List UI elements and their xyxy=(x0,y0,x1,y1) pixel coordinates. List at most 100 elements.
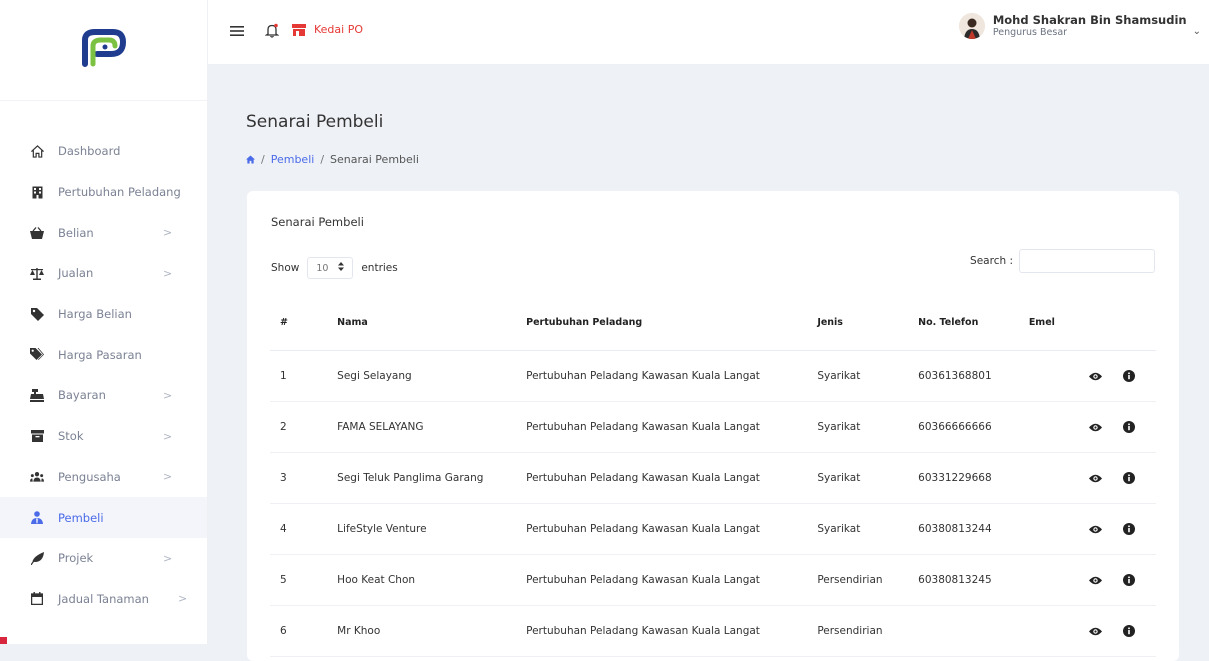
sidebar-item-jualan[interactable]: Jualan > xyxy=(0,253,207,294)
shop-link[interactable]: Kedai PO xyxy=(292,23,363,36)
cell-emel xyxy=(1018,554,1078,606)
cell-nama: Segi Selayang xyxy=(327,350,517,402)
avatar xyxy=(958,13,985,39)
sidebar-item-harga-pasaran[interactable]: Harga Pasaran xyxy=(0,334,207,375)
cell-nama: Mr Khoo xyxy=(327,605,517,657)
table-row[interactable]: 5 Hoo Keat Chon Pertubuhan Peladang Kawasa… xyxy=(270,554,1156,606)
eye-icon[interactable] xyxy=(1088,624,1102,638)
column-header-actions xyxy=(1078,295,1156,351)
sidebar-item-pembeli[interactable]: Pembeli xyxy=(0,497,207,538)
leaf-icon xyxy=(30,551,44,565)
sidebar-item-pertubuhan-peladang[interactable]: Pertubuhan Peladang xyxy=(0,172,207,213)
bell-icon[interactable] xyxy=(264,23,280,42)
cell-org: Pertubuhan Peladang Kawasan Kuala Langat xyxy=(516,605,808,657)
sidebar-item-label: Belian xyxy=(58,225,94,240)
card-title: Senarai Pembeli xyxy=(271,215,364,229)
eye-icon[interactable] xyxy=(1088,471,1102,485)
sidebar-item-pengusaha[interactable]: Pengusaha > xyxy=(0,457,207,498)
entries-select-value: 10 xyxy=(316,262,329,274)
calendar-icon xyxy=(30,592,44,606)
eye-icon[interactable] xyxy=(1088,369,1102,383)
sidebar-item-harga-belian[interactable]: Harga Belian xyxy=(0,294,207,335)
entries-length-control: Show 10 entries xyxy=(271,257,398,279)
table-row[interactable]: 6 Mr Khoo Pertubuhan Peladang Kawasan Kual… xyxy=(270,605,1156,657)
cell-jenis: Persendirian xyxy=(807,605,909,657)
table-row[interactable]: 4 LifeStyle Venture Pertubuhan Peladang Ka… xyxy=(270,503,1156,555)
chevron-right-icon: > xyxy=(163,551,173,565)
cell-jenis: Persendirian xyxy=(807,554,909,606)
scale-icon xyxy=(30,266,44,280)
column-header-emel[interactable]: Emel xyxy=(1018,295,1078,351)
user-tie-icon xyxy=(30,511,44,525)
chevron-right-icon: > xyxy=(178,592,188,606)
column-header-telefon[interactable]: No. Telefon xyxy=(908,295,1019,351)
sidebar-item-projek[interactable]: Projek > xyxy=(0,538,207,579)
search-control: Search : xyxy=(970,249,1155,273)
home-icon xyxy=(30,144,44,158)
home-icon[interactable] xyxy=(246,155,255,164)
cell-tel xyxy=(908,605,1019,657)
sort-updown-icon xyxy=(338,262,345,274)
sidebar-item-label: Pengusaha xyxy=(58,469,121,484)
table-row[interactable]: 1 Segi Selayang Pertubuhan Peladang Kawasa… xyxy=(270,350,1156,402)
cell-tel: 60380813245 xyxy=(908,554,1019,606)
column-header-pertubuhan[interactable]: Pertubuhan Peladang xyxy=(516,295,808,351)
entries-select[interactable]: 10 xyxy=(307,257,354,279)
cash-register-icon xyxy=(30,388,44,402)
table-body: 1 Segi Selayang Pertubuhan Peladang Kawasa… xyxy=(270,350,1156,657)
eye-icon[interactable] xyxy=(1088,420,1102,434)
breadcrumb: / Pembeli / Senarai Pembeli xyxy=(246,153,419,166)
column-header-nama[interactable]: Nama xyxy=(327,295,517,351)
sidebar-item-jadual-tanaman[interactable]: Jadual Tanaman > xyxy=(0,579,207,620)
cell-actions xyxy=(1078,554,1156,606)
cell-num: 3 xyxy=(270,452,328,504)
table-row[interactable]: 2 FAMA SELAYANG Pertubuhan Peladang Kawasa… xyxy=(270,401,1156,453)
breadcrumb-separator: / xyxy=(320,153,325,166)
user-menu[interactable]: Mohd Shakran Bin Shamsudin Pengurus Besa… xyxy=(958,13,1201,39)
buyers-table: # Nama Pertubuhan Peladang Jenis No. Tel… xyxy=(270,295,1156,657)
menu-toggle-icon[interactable] xyxy=(230,23,244,41)
search-input[interactable] xyxy=(1019,249,1155,273)
column-header-jenis[interactable]: Jenis xyxy=(807,295,909,351)
sidebar-item-label: Harga Pasaran xyxy=(58,347,142,362)
info-icon[interactable] xyxy=(1122,624,1136,638)
sidebar-item-stok[interactable]: Stok > xyxy=(0,416,207,457)
eye-icon[interactable] xyxy=(1088,522,1102,536)
cell-tel: 60366666666 xyxy=(908,401,1019,453)
cell-num: 2 xyxy=(270,401,328,453)
sidebar-item-belian[interactable]: Belian > xyxy=(0,212,207,253)
sidebar-item-label: Jadual Tanaman xyxy=(58,591,149,606)
cell-org: Pertubuhan Peladang Kawasan Kuala Langat xyxy=(516,350,808,402)
sidebar-item-label: Pertubuhan Peladang xyxy=(58,185,181,200)
eye-icon[interactable] xyxy=(1088,573,1102,587)
info-icon[interactable] xyxy=(1122,471,1136,485)
info-icon[interactable] xyxy=(1122,369,1136,383)
length-suffix: entries xyxy=(361,262,398,274)
sidebar-item-label: Projek xyxy=(58,551,94,566)
app-logo[interactable] xyxy=(75,26,133,74)
cell-actions xyxy=(1078,350,1156,402)
cell-emel xyxy=(1018,452,1078,504)
cell-jenis: Syarikat xyxy=(807,452,909,504)
sidebar-item-bayaran[interactable]: Bayaran > xyxy=(0,375,207,416)
sidebar-item-label: Jualan xyxy=(58,266,94,281)
sidebar-item-dashboard[interactable]: Dashboard xyxy=(0,131,207,172)
buyer-list-card: Senarai Pembeli Show 10 entries Search :… xyxy=(247,191,1179,661)
info-icon[interactable] xyxy=(1122,522,1136,536)
cell-num: 4 xyxy=(270,503,328,555)
breadcrumb-link-pembeli[interactable]: Pembeli xyxy=(271,153,315,166)
cell-nama: FAMA SELAYANG xyxy=(327,401,517,453)
cell-tel: 60331229668 xyxy=(908,452,1019,504)
logo-area xyxy=(0,0,207,101)
info-icon[interactable] xyxy=(1122,420,1136,434)
cell-org: Pertubuhan Peladang Kawasan Kuala Langat xyxy=(516,401,808,453)
table-row[interactable]: 3 Segi Teluk Panglima Garang Pertubuhan Pe… xyxy=(270,452,1156,504)
table-header-row: # Nama Pertubuhan Peladang Jenis No. Tel… xyxy=(270,295,1156,351)
chevron-right-icon: > xyxy=(163,388,173,402)
cell-jenis: Syarikat xyxy=(807,350,909,402)
column-header-num[interactable]: # xyxy=(270,295,328,351)
search-label: Search : xyxy=(970,255,1013,267)
length-prefix: Show xyxy=(271,262,300,274)
cell-org: Pertubuhan Peladang Kawasan Kuala Langat xyxy=(516,554,808,606)
info-icon[interactable] xyxy=(1122,573,1136,587)
